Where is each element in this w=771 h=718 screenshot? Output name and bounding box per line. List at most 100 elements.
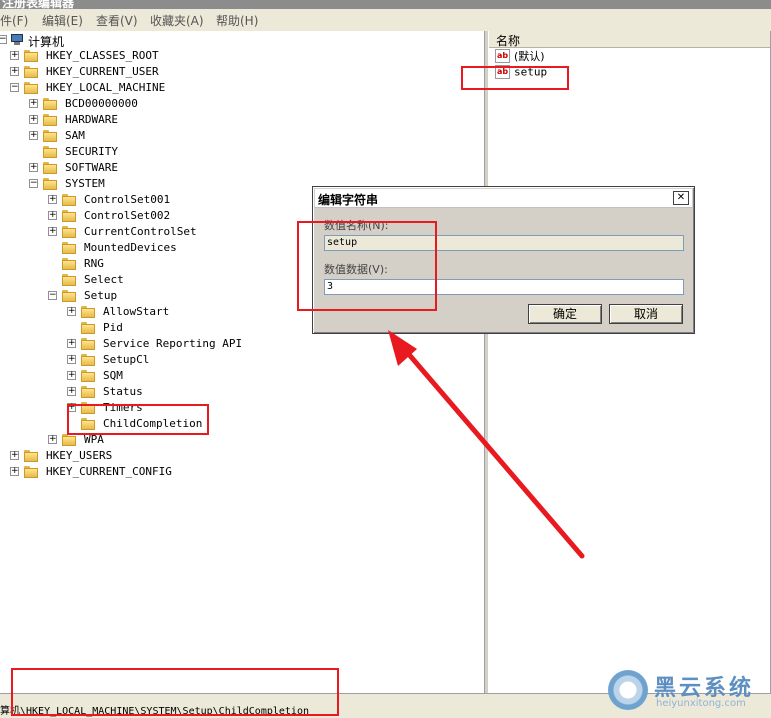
menu-favorites[interactable]: 收藏夹(A) xyxy=(150,12,204,29)
folder-icon xyxy=(62,194,76,206)
tree-node-label: Status xyxy=(103,385,143,398)
tree-root-computer[interactable]: − 计算机 xyxy=(0,32,200,49)
folder-icon xyxy=(43,178,57,190)
tree-node-label: HKEY_LOCAL_MACHINE xyxy=(46,81,166,94)
expand-toggle-icon[interactable]: − xyxy=(10,83,19,92)
folder-icon xyxy=(62,242,76,254)
folder-icon xyxy=(81,322,95,334)
value-row-default[interactable]: ab (默认) xyxy=(495,48,545,64)
expand-toggle-icon[interactable]: + xyxy=(67,307,76,316)
tree-node-label: HKEY_CURRENT_CONFIG xyxy=(46,465,172,478)
tree-node-label: MountedDevices xyxy=(84,241,177,254)
dialog-title: 编辑字符串 xyxy=(318,193,379,207)
expand-toggle-icon[interactable]: + xyxy=(67,355,76,364)
cancel-button[interactable]: 取消 xyxy=(609,304,683,324)
folder-icon xyxy=(24,50,38,62)
expand-toggle-icon[interactable]: + xyxy=(67,371,76,380)
tree-node-label: ControlSet002 xyxy=(84,209,171,222)
tree-node-hkcu[interactable]: + HKEY_CURRENT_USER xyxy=(0,64,470,80)
tree-node-sam[interactable]: + SAM xyxy=(0,128,470,144)
expand-toggle-icon[interactable]: − xyxy=(29,179,38,188)
close-icon[interactable]: ✕ xyxy=(673,191,689,205)
folder-icon xyxy=(62,210,76,222)
folder-icon xyxy=(24,66,38,78)
folder-icon xyxy=(62,290,76,302)
tree-node-sqm[interactable]: + SQM xyxy=(0,368,470,384)
tree-node-label: SAM xyxy=(65,129,85,142)
ok-button[interactable]: 确定 xyxy=(528,304,602,324)
expand-toggle-icon[interactable]: + xyxy=(29,163,38,172)
tree-node-label: HKEY_USERS xyxy=(46,449,113,462)
expand-toggle-icon[interactable]: + xyxy=(29,131,38,140)
expand-toggle-icon[interactable]: + xyxy=(48,195,57,204)
tree-node-hkcr[interactable]: + HKEY_CLASSES_ROOT xyxy=(0,48,470,64)
folder-icon xyxy=(62,258,76,270)
tree-node-setupcl[interactable]: + SetupCl xyxy=(0,352,470,368)
tree-node-label: RNG xyxy=(84,257,104,270)
tree-node-label: SYSTEM xyxy=(65,177,105,190)
values-header[interactable]: 名称 xyxy=(489,31,770,48)
folder-icon xyxy=(24,450,38,462)
folder-icon xyxy=(62,434,76,446)
tree-node-bcd[interactable]: + BCD00000000 xyxy=(0,96,470,112)
column-name: 名称 xyxy=(496,34,521,48)
tree-node-hardware[interactable]: + HARDWARE xyxy=(0,112,470,128)
tree-node-label: Setup xyxy=(84,289,118,302)
tree-node-label: Service Reporting API xyxy=(103,337,243,350)
tree-node-hklm[interactable]: − HKEY_LOCAL_MACHINE xyxy=(0,80,470,96)
folder-icon xyxy=(43,146,57,158)
folder-icon xyxy=(81,354,95,366)
dialog-titlebar[interactable]: 编辑字符串 ✕ xyxy=(315,189,692,208)
expand-toggle-icon[interactable]: + xyxy=(48,227,57,236)
tree-node-label: SetupCl xyxy=(103,353,150,366)
expand-toggle-icon[interactable]: + xyxy=(10,67,19,76)
expand-toggle-icon[interactable]: + xyxy=(10,51,19,60)
menu-view[interactable]: 查看(V) xyxy=(96,12,138,29)
expand-toggle-icon[interactable]: + xyxy=(10,451,19,460)
watermark-url: heiyunxitong.com xyxy=(656,698,746,709)
tree-node-hkcc[interactable]: + HKEY_CURRENT_CONFIG xyxy=(0,464,470,480)
folder-icon xyxy=(81,338,95,350)
expand-toggle-icon[interactable]: + xyxy=(29,99,38,108)
watermark: 黑云系统 heiyunxitong.com xyxy=(608,668,766,712)
menu-help[interactable]: 帮助(H) xyxy=(216,12,258,29)
folder-icon xyxy=(43,130,57,142)
menu-bar: 件(F) 编辑(E) 查看(V) 收藏夹(A) 帮助(H) xyxy=(0,9,771,32)
expand-toggle-icon[interactable]: + xyxy=(67,339,76,348)
tree-node-status[interactable]: + Status xyxy=(0,384,470,400)
menu-edit[interactable]: 编辑(E) xyxy=(42,12,83,29)
string-value-icon: ab xyxy=(495,49,510,63)
tree-node-label: HKEY_CLASSES_ROOT xyxy=(46,49,159,62)
tree-node-security[interactable]: SECURITY xyxy=(0,144,470,160)
expand-toggle-icon[interactable]: + xyxy=(67,387,76,396)
tree-node-label: BCD00000000 xyxy=(65,97,138,110)
values-pane[interactable]: 名称 ab (默认) ab setup xyxy=(489,31,770,693)
expand-toggle-icon[interactable]: + xyxy=(48,435,57,444)
tree-node-label: SQM xyxy=(103,369,123,382)
tree-node-label: CurrentControlSet xyxy=(84,225,197,238)
highlight-status-path xyxy=(11,668,339,716)
registry-tree[interactable]: − 计算机 + HKEY_CLASSES_ROOT + HKEY_CURRENT_US… xyxy=(0,31,484,693)
menu-file[interactable]: 件(F) xyxy=(0,12,28,29)
folder-icon xyxy=(62,226,76,238)
folder-icon xyxy=(81,306,95,318)
expand-toggle-icon[interactable]: + xyxy=(29,115,38,124)
folder-icon xyxy=(43,114,57,126)
tree-node-service-reporting-api[interactable]: + Service Reporting API xyxy=(0,336,470,352)
expand-toggle-icon[interactable]: + xyxy=(10,467,19,476)
tree-node-label: ControlSet001 xyxy=(84,193,171,206)
value-name: (默认) xyxy=(514,50,545,63)
expand-toggle-icon[interactable]: − xyxy=(48,291,57,300)
folder-icon xyxy=(81,386,95,398)
highlight-dialog-fields xyxy=(297,221,437,311)
window-titlebar: 注册表编辑器 xyxy=(0,0,771,9)
tree-node-hku[interactable]: + HKEY_USERS xyxy=(0,448,470,464)
collapse-icon[interactable]: − xyxy=(0,35,7,44)
computer-icon xyxy=(10,34,24,45)
folder-icon xyxy=(24,82,38,94)
tree-node-software[interactable]: + SOFTWARE xyxy=(0,160,470,176)
tree-node-label: HKEY_CURRENT_USER xyxy=(46,65,159,78)
tree-node-label: SOFTWARE xyxy=(65,161,118,174)
expand-toggle-icon[interactable]: + xyxy=(48,211,57,220)
folder-icon xyxy=(24,466,38,478)
